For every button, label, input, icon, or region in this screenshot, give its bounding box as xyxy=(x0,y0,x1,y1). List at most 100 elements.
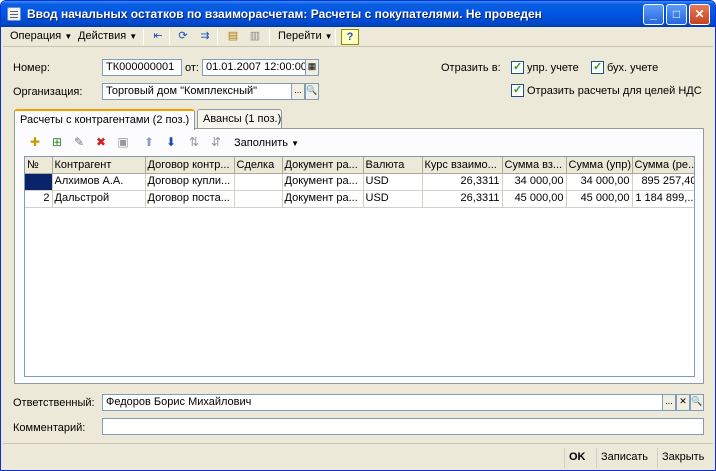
calendar-icon[interactable]: ▦ xyxy=(305,59,319,76)
goto-menu-label: Перейти xyxy=(278,30,322,42)
fill-button[interactable]: Заполнить ▼ xyxy=(231,135,302,153)
column-header[interactable]: Сумма вз... xyxy=(502,157,567,174)
clear-icon[interactable]: ✕ xyxy=(676,394,690,411)
toolbar-separator xyxy=(335,29,336,45)
sort-descending-icon[interactable]: ⇵ xyxy=(207,135,225,151)
settlements-panel: ✚ ⊞ ✎ ✖ ▣ ⬆ ⬇ ⇅ ⇵ Заполнить ▼ № Контраге… xyxy=(14,128,704,384)
bottom-button-bar: OK Записать Закрыть xyxy=(3,443,713,469)
responsible-select-button[interactable]: ... xyxy=(662,394,676,411)
help-icon[interactable]: ? xyxy=(341,29,359,45)
table-header-row: № Контрагент Договор контр... Сделка Док… xyxy=(25,157,694,174)
fill-button-label: Заполнить xyxy=(234,137,289,149)
main-toolbar: Операция ▼ Действия ▼ ⇤ ⟳ ⇉ ▤ ▥ Перейти … xyxy=(3,27,713,47)
operation-menu[interactable]: Операция ▼ xyxy=(7,28,75,46)
table-row[interactable]: 2 Дальстрой Договор поста... Документ ра… xyxy=(25,190,694,208)
search-icon[interactable]: 🔍 xyxy=(690,394,704,411)
table-cell[interactable]: 1 184 899,... xyxy=(632,190,694,208)
table-cell[interactable]: 2 xyxy=(25,190,53,208)
table-cell[interactable]: 26,3311 xyxy=(422,190,503,208)
table-cell[interactable]: Договор купли... xyxy=(145,173,235,191)
tab-strip: Расчеты с контрагентами (2 поз.) Авансы … xyxy=(14,109,704,130)
document-window: Ввод начальных остатков по взаиморасчета… xyxy=(0,0,716,471)
move-down-icon[interactable]: ⬇ xyxy=(162,135,180,151)
tab-settlements[interactable]: Расчеты с контрагентами (2 поз.) xyxy=(14,109,195,130)
column-header[interactable]: Сумма (упр) xyxy=(566,157,633,174)
table-cell[interactable] xyxy=(234,190,283,208)
table-cell[interactable]: 895 257,40 xyxy=(632,173,694,191)
comment-field[interactable] xyxy=(102,418,704,435)
reflect-in-label: Отразить в: xyxy=(441,62,501,74)
actions-menu[interactable]: Действия ▼ xyxy=(75,28,140,46)
table-row[interactable]: 1 Алхимов А.А. Договор купли... Документ… xyxy=(25,173,694,191)
sort-ascending-icon[interactable]: ⇅ xyxy=(185,135,203,151)
back-arrow-icon[interactable]: ⇤ xyxy=(149,29,167,45)
table-cell[interactable]: Договор поста... xyxy=(145,190,235,208)
ok-button[interactable]: OK xyxy=(564,448,590,468)
organization-field[interactable]: Торговый дом "Комплексный" xyxy=(102,83,292,100)
close-window-button[interactable]: ✕ xyxy=(689,4,710,25)
dropdown-arrow-icon: ▼ xyxy=(324,32,333,41)
end-edit-icon[interactable]: ▣ xyxy=(114,135,132,151)
date-from-label: от: xyxy=(185,62,199,74)
table-cell[interactable]: 34 000,00 xyxy=(566,173,633,191)
minimize-button[interactable]: _ xyxy=(643,4,664,25)
move-up-icon[interactable]: ⬆ xyxy=(140,135,158,151)
edit-row-icon[interactable]: ✎ xyxy=(70,135,88,151)
operation-menu-label: Операция xyxy=(10,30,62,42)
search-icon[interactable]: 🔍 xyxy=(305,83,319,100)
column-header[interactable]: Валюта xyxy=(363,157,423,174)
document-icon xyxy=(7,7,21,21)
column-header[interactable]: Документ ра... xyxy=(282,157,364,174)
table-cell[interactable]: Алхимов А.А. xyxy=(52,173,146,191)
actions-menu-label: Действия xyxy=(78,30,127,42)
table-cell[interactable]: USD xyxy=(363,173,423,191)
table-cell[interactable]: 34 000,00 xyxy=(502,173,567,191)
maximize-button[interactable]: □ xyxy=(666,4,687,25)
table-cell[interactable]: 26,3311 xyxy=(422,173,503,191)
dropdown-arrow-icon: ▼ xyxy=(129,32,138,41)
column-header[interactable]: Договор контр... xyxy=(145,157,235,174)
table-cell[interactable]: Документ ра... xyxy=(282,173,364,191)
column-header[interactable]: Сделка xyxy=(234,157,283,174)
post-document-icon[interactable]: ▤ xyxy=(224,29,242,45)
save-button[interactable]: Записать xyxy=(596,448,652,468)
toolbar-separator xyxy=(143,29,144,45)
settlements-table[interactable]: № Контрагент Договор контр... Сделка Док… xyxy=(24,156,695,377)
column-header[interactable]: Контрагент xyxy=(52,157,146,174)
go-to-icon[interactable]: ⇉ xyxy=(196,29,214,45)
refresh-icon[interactable]: ⟳ xyxy=(174,29,192,45)
table-cell[interactable]: USD xyxy=(363,190,423,208)
table-cell[interactable]: 45 000,00 xyxy=(502,190,567,208)
organization-label: Организация: xyxy=(13,86,83,98)
number-field[interactable]: ТК000000001 xyxy=(102,59,182,76)
table-cell[interactable] xyxy=(234,173,283,191)
add-row-icon[interactable]: ✚ xyxy=(26,135,44,151)
management-accounting-checkbox[interactable] xyxy=(511,60,524,74)
accounting-checkbox[interactable] xyxy=(591,60,604,74)
organization-select-button[interactable]: ... xyxy=(291,83,305,100)
accounting-label: бух. учете xyxy=(607,62,659,74)
close-button[interactable]: Закрыть xyxy=(657,448,708,468)
management-accounting-label: упр. учете xyxy=(527,62,579,74)
toolbar-separator xyxy=(169,29,170,45)
column-header[interactable]: Сумма (ре... xyxy=(632,157,694,174)
table-cell[interactable]: Дальстрой xyxy=(52,190,146,208)
date-field[interactable]: 01.01.2007 12:00:00 xyxy=(202,59,306,76)
column-header[interactable]: Курс взаимо... xyxy=(422,157,503,174)
vat-checkbox[interactable] xyxy=(511,83,524,97)
dropdown-arrow-icon: ▼ xyxy=(291,139,299,148)
tab-advances[interactable]: Авансы (1 поз.) xyxy=(197,109,282,129)
delete-row-icon[interactable]: ✖ xyxy=(92,135,110,151)
responsible-field[interactable]: Федоров Борис Михайлович xyxy=(102,394,663,411)
title-bar[interactable]: Ввод начальных остатков по взаиморасчета… xyxy=(1,1,715,27)
column-header[interactable]: № xyxy=(25,157,53,174)
goto-menu[interactable]: Перейти ▼ xyxy=(275,28,336,46)
table-cell[interactable]: 45 000,00 xyxy=(566,190,633,208)
toolbar-separator xyxy=(217,29,218,45)
table-cell[interactable]: 1 xyxy=(25,173,53,191)
unpost-document-icon[interactable]: ▥ xyxy=(246,29,264,45)
dropdown-arrow-icon: ▼ xyxy=(64,32,73,41)
table-cell[interactable]: Документ ра... xyxy=(282,190,364,208)
copy-row-icon[interactable]: ⊞ xyxy=(48,135,66,151)
toolbar-separator xyxy=(269,29,270,45)
